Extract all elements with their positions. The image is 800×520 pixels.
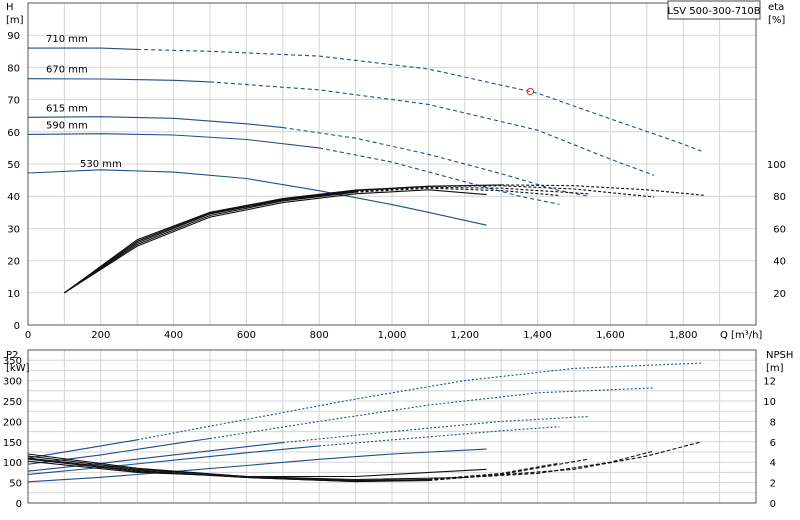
head-curve-label: 615 mm bbox=[46, 103, 88, 114]
pump-performance-chart: H [m] eta [%] LSV 500-300-710B 0 200 400 60… bbox=[3, 0, 793, 510]
head-curve-670-mm-dashed bbox=[209, 81, 655, 176]
top-y-left-tick-label: 90 bbox=[7, 31, 20, 42]
x-tick-label: 600 bbox=[237, 330, 256, 341]
top-y-right-tick-label: 100 bbox=[767, 160, 786, 171]
bottom-y-right-tick-label: 4 bbox=[770, 458, 776, 469]
top-y-right-tick-label: 60 bbox=[773, 224, 786, 235]
bottom-y-left-tick-label: 50 bbox=[9, 479, 22, 490]
top-y-right-tick-labels: 20 40 60 80 100 bbox=[767, 160, 786, 300]
top-gridlines bbox=[28, 3, 756, 325]
bottom-y-right-tick-label: 12 bbox=[763, 377, 776, 388]
head-curve-670-mm-solid bbox=[27, 78, 211, 83]
top-y-right-unit: [%] bbox=[768, 15, 785, 26]
x-tick-label: 200 bbox=[91, 330, 110, 341]
bottom-y-right-tick-labels: 0 2 4 6 8 10 12 bbox=[763, 377, 776, 510]
bottom-y-right-tick-label: 6 bbox=[770, 438, 776, 449]
top-y-left-unit: [m] bbox=[6, 15, 24, 26]
bottom-y-left-tick-label: 250 bbox=[3, 397, 22, 408]
top-y-left-tick-label: 10 bbox=[7, 289, 20, 300]
top-y-left-tick-label: 40 bbox=[7, 192, 20, 203]
bottom-y-left-tick-label: 350 bbox=[3, 356, 22, 367]
top-curves bbox=[27, 47, 706, 294]
bottom-y-right-tick-label: 10 bbox=[763, 397, 776, 408]
x-tick-label: 1,800 bbox=[669, 330, 698, 341]
bottom-y-left-tick-label: 0 bbox=[16, 499, 22, 510]
top-y-right-label: eta bbox=[768, 2, 784, 13]
x-tick-label: 1,600 bbox=[596, 330, 625, 341]
top-y-left-tick-label: 80 bbox=[7, 63, 20, 74]
head-curve-labels: 710 mm 670 mm 615 mm 590 mm 530 mm bbox=[46, 34, 122, 170]
head-curve-710-mm-solid bbox=[28, 47, 138, 50]
efficiency-curve-530-mm-solid bbox=[64, 189, 487, 294]
top-y-left-tick-label: 60 bbox=[7, 128, 20, 139]
head-efficiency-chart: H [m] eta [%] LSV 500-300-710B 0 200 400 60… bbox=[6, 0, 786, 341]
bottom-y-right-tick-label: 8 bbox=[770, 417, 776, 428]
bottom-y-left-tick-label: 200 bbox=[3, 417, 22, 428]
head-curve-710-mm-dashed bbox=[137, 48, 702, 152]
top-x-axis-label: Q [m³/h] bbox=[720, 330, 762, 341]
x-tick-label: 1,000 bbox=[378, 330, 407, 341]
top-y-left-tick-label: 0 bbox=[14, 321, 20, 332]
bottom-y-left-tick-label: 150 bbox=[3, 438, 22, 449]
top-y-left-label: H bbox=[6, 2, 14, 13]
power-npsh-chart: P2 [kW] NPSH [m] 050100150200250300350 0… bbox=[3, 349, 793, 510]
npsh-curve-670-mm-dashed bbox=[428, 450, 655, 481]
top-y-right-tick-label: 80 bbox=[773, 192, 786, 203]
top-y-right-tick-label: 40 bbox=[773, 257, 786, 268]
head-curve-label: 530 mm bbox=[80, 159, 122, 170]
x-tick-label: 0 bbox=[25, 330, 31, 341]
top-y-left-tick-label: 30 bbox=[7, 224, 20, 235]
bottom-y-left-tick-label: 300 bbox=[3, 377, 22, 388]
top-y-left-tick-labels: 0 10 20 30 40 50 60 70 80 90 bbox=[7, 31, 20, 332]
bottom-y-right-label: NPSH bbox=[766, 350, 793, 361]
top-y-left-tick-label: 50 bbox=[7, 160, 20, 171]
head-curve-label: 670 mm bbox=[46, 65, 88, 76]
x-tick-label: 800 bbox=[310, 330, 329, 341]
top-x-tick-labels: 0 200 400 600 800 1,000 1,200 1,400 1,600 1,800 bbox=[25, 330, 698, 341]
model-label: LSV 500-300-710B bbox=[667, 6, 760, 17]
bottom-y-right-unit: [m] bbox=[766, 363, 784, 374]
bottom-y-right-tick-label: 2 bbox=[770, 479, 776, 490]
power-curve-710-mm-solid bbox=[27, 439, 138, 459]
head-curve-label: 590 mm bbox=[46, 120, 88, 131]
bottom-y-left-tick-labels: 0 50 100 150 200 250 300 350 bbox=[3, 356, 22, 510]
top-y-left-tick-label: 20 bbox=[7, 257, 20, 268]
head-curve-label: 710 mm bbox=[46, 34, 88, 45]
x-tick-label: 1,200 bbox=[450, 330, 479, 341]
top-y-right-tick-label: 20 bbox=[773, 289, 786, 300]
x-tick-label: 400 bbox=[164, 330, 183, 341]
bottom-y-left-tick-label: 100 bbox=[3, 458, 22, 469]
bottom-y-right-tick-label: 0 bbox=[770, 499, 776, 510]
x-tick-label: 1,400 bbox=[523, 330, 552, 341]
top-y-left-tick-label: 70 bbox=[7, 96, 20, 107]
head-curve-530-mm-solid bbox=[27, 169, 487, 226]
